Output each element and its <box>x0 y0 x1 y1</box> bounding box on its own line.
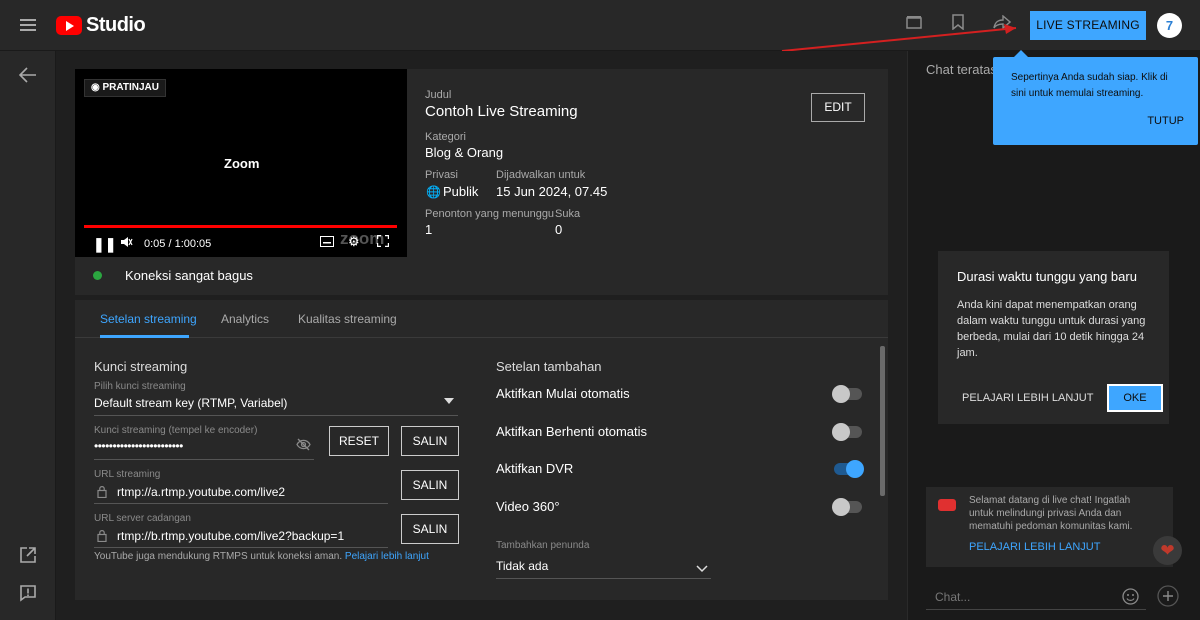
video-360-label: Video 360° <box>496 499 560 514</box>
key-field-label: Kunci streaming (tempel ke encoder) <box>94 425 258 436</box>
delay-label: Tambahkan penunda <box>496 540 590 551</box>
auto-stop-label: Aktifkan Berhenti otomatis <box>496 424 648 439</box>
auto-start-label: Aktifkan Mulai otomatis <box>496 386 630 401</box>
likes-value: 0 <box>555 222 563 237</box>
add-icon[interactable] <box>1157 585 1179 610</box>
dropdown-arrow-icon[interactable] <box>444 398 454 404</box>
video-360-toggle[interactable] <box>832 498 862 516</box>
live-streaming-button[interactable]: LIVE STREAMING <box>1030 11 1146 40</box>
youtube-logo[interactable] <box>56 16 82 35</box>
rtmps-learn-link[interactable]: Pelajari lebih lanjut <box>345 551 429 562</box>
tab-analytics[interactable]: Analytics <box>221 312 269 326</box>
auto-start-toggle[interactable] <box>832 385 862 403</box>
stream-url-field[interactable]: rtmp://a.rtmp.youtube.com/live2 <box>117 485 285 499</box>
copy-key-button[interactable]: SALIN <box>401 426 459 456</box>
lock-icon <box>97 529 107 545</box>
chat-header[interactable]: Chat teratas <box>926 62 997 77</box>
tooltip-close-button[interactable]: TUTUP <box>1147 115 1184 127</box>
video-label: Zoom <box>224 156 260 171</box>
heart-reaction-icon[interactable]: ❤ <box>1153 536 1182 565</box>
youtube-icon <box>938 499 956 511</box>
likes-label: Suka <box>555 208 581 220</box>
category-value: Blog & Orang <box>425 145 504 160</box>
privacy-label: Privasi <box>425 169 459 181</box>
dialog-ok-button[interactable]: OKE <box>1107 384 1163 412</box>
connection-status: Koneksi sangat bagus <box>125 268 253 283</box>
fullscreen-icon[interactable] <box>376 234 390 250</box>
tooltip-text: Sepertinya Anda sudah siap. Klik di sini… <box>1011 72 1168 99</box>
go-live-tooltip: Sepertinya Anda sudah siap. Klik di sini… <box>993 50 1198 145</box>
copy-url-button[interactable]: SALIN <box>401 470 459 500</box>
visibility-off-icon[interactable] <box>296 438 311 454</box>
tab-bar <box>75 300 888 338</box>
timeout-dialog: Durasi waktu tunggu yang baru Anda kini … <box>938 251 1169 424</box>
welcome-text: Selamat datang di live chat! Ingatlah un… <box>969 495 1133 532</box>
lock-icon <box>97 485 107 501</box>
delay-select[interactable]: Tidak ada <box>496 559 548 573</box>
edit-button[interactable]: EDIT <box>811 93 865 122</box>
preview-badge: ◉ PRATINJAU <box>84 79 166 97</box>
video-progress-bar[interactable] <box>84 225 397 228</box>
left-rail <box>0 51 56 620</box>
select-underline <box>94 415 458 416</box>
dvr-label: Aktifkan DVR <box>496 461 574 476</box>
settings-gear-icon[interactable]: ⚙ <box>348 234 360 250</box>
mute-icon[interactable] <box>120 236 133 251</box>
pause-icon[interactable]: ❚❚ <box>93 236 116 253</box>
backup-url-underline <box>94 547 388 548</box>
dialog-title: Durasi waktu tunggu yang baru <box>957 269 1137 284</box>
backup-url-field[interactable]: rtmp://b.rtmp.youtube.com/live2?backup=1 <box>117 529 344 543</box>
rtmps-note-text: YouTube juga mendukung RTMPS untuk konek… <box>94 551 343 562</box>
welcome-learn-more-link[interactable]: PELAJARI LEBIH LANJUT <box>969 541 1100 553</box>
chat-input[interactable]: Chat... <box>926 584 1146 610</box>
rtmps-note: YouTube juga mendukung RTMPS untuk konek… <box>94 551 429 562</box>
dialog-learn-more-button[interactable]: PELAJARI LEBIH LANJUT <box>962 392 1093 404</box>
select-key-label: Pilih kunci streaming <box>94 381 186 392</box>
app-name: Studio <box>86 14 146 36</box>
stream-key-select[interactable]: Default stream key (RTMP, Variabel) <box>94 396 287 410</box>
preview-badge-label: PRATINJAU <box>102 82 159 93</box>
reset-button[interactable]: RESET <box>329 426 389 456</box>
dialog-body: Anda kini dapat menempatkan orang dalam … <box>957 299 1146 359</box>
stream-key-field[interactable]: •••••••••••••••••••••••• <box>94 439 183 453</box>
video-time: 0:05 / 1:00:05 <box>144 238 212 250</box>
waiting-label: Penonton yang menunggu <box>425 208 555 220</box>
settings-scrollbar[interactable] <box>880 346 885 496</box>
key-underline <box>94 459 314 460</box>
active-tab-indicator <box>100 335 189 338</box>
auto-stop-toggle[interactable] <box>832 423 862 441</box>
category-label: Kategori <box>425 131 466 143</box>
menu-icon[interactable] <box>20 16 36 34</box>
privacy-value: Publik <box>443 184 479 199</box>
emoji-icon[interactable] <box>1122 588 1139 608</box>
dvr-toggle[interactable] <box>834 460 864 478</box>
delay-underline <box>496 578 711 579</box>
chat-input-placeholder: Chat... <box>935 590 971 604</box>
tab-stream-quality[interactable]: Kualitas streaming <box>298 312 397 326</box>
backup-url-label: URL server cadangan <box>94 513 191 524</box>
chevron-down-icon[interactable] <box>696 561 708 576</box>
waiting-value: 1 <box>425 222 433 237</box>
title-label: Judul <box>425 89 452 101</box>
url-label: URL streaming <box>94 469 161 480</box>
stream-title: Contoh Live Streaming <box>425 103 578 120</box>
back-arrow-icon[interactable] <box>16 66 40 89</box>
url-underline <box>94 503 388 504</box>
chat-welcome-message: Selamat datang di live chat! Ingatlah un… <box>926 487 1173 567</box>
feedback-icon[interactable] <box>16 584 40 608</box>
external-link-icon[interactable] <box>16 546 40 570</box>
scheduled-value: 15 Jun 2024, 07.45 <box>496 184 608 199</box>
scheduled-label: Dijadwalkan untuk <box>496 169 586 181</box>
avatar[interactable]: 7 <box>1157 13 1182 38</box>
globe-icon: 🌐 <box>426 185 441 199</box>
tab-stream-settings[interactable]: Setelan streaming <box>100 312 197 326</box>
connection-status-dot <box>93 271 102 280</box>
captions-icon[interactable] <box>320 236 334 250</box>
eye-icon: ◉ <box>91 82 100 93</box>
copy-backup-url-button[interactable]: SALIN <box>401 514 459 544</box>
stream-key-title: Kunci streaming <box>94 359 188 374</box>
additional-settings-title: Setelan tambahan <box>496 359 602 374</box>
